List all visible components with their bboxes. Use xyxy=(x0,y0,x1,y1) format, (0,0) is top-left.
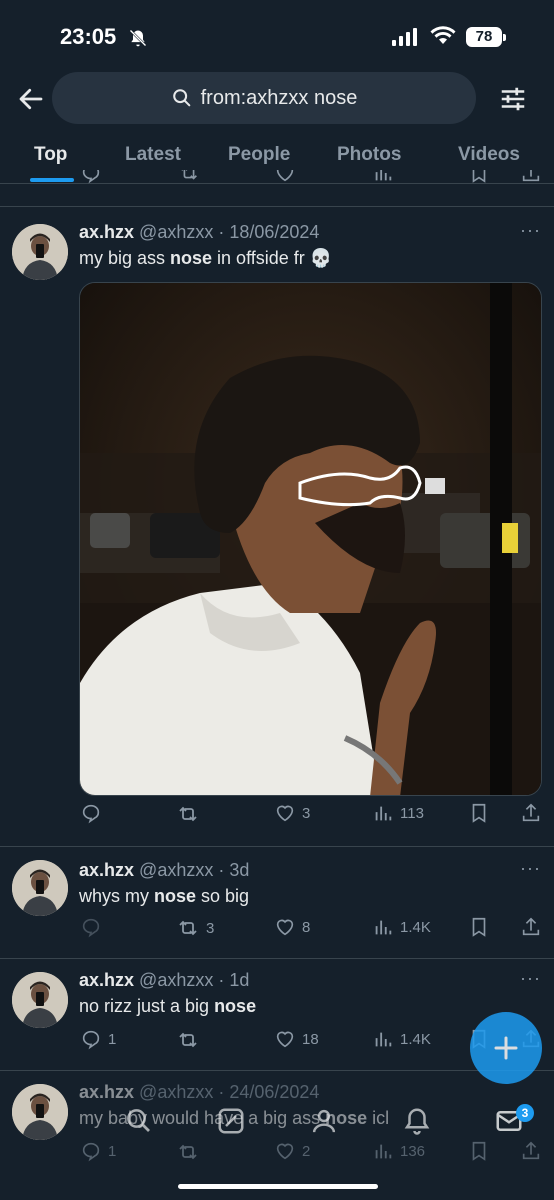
avatar[interactable] xyxy=(12,972,68,1028)
retweet-button[interactable] xyxy=(176,1028,206,1052)
search-header: from:axhzxx nose xyxy=(0,72,554,124)
views-button[interactable]: 1.4K xyxy=(372,1028,431,1050)
search-input[interactable]: from:axhzxx nose xyxy=(52,72,476,124)
like-button[interactable]: 8 xyxy=(274,916,310,938)
tab-top[interactable]: Top xyxy=(34,144,67,166)
timestamp[interactable]: 1d xyxy=(229,970,249,990)
tweet-header: ax.hzx @axhzxx · 1d xyxy=(79,970,250,990)
reply-icon xyxy=(82,804,100,824)
views-icon xyxy=(375,806,392,821)
tweet-text: no rizz just a big nose xyxy=(79,996,257,1016)
communities-icon[interactable] xyxy=(308,1106,340,1136)
tweet-text: my big ass nose in offside fr 💀 xyxy=(79,248,333,268)
reply-button[interactable]: 1 xyxy=(80,1028,116,1050)
search-nav-icon[interactable] xyxy=(124,1106,154,1136)
retweet-button[interactable] xyxy=(176,802,206,826)
more-options-icon[interactable]: ··· xyxy=(520,858,541,879)
like-button[interactable]: 3 xyxy=(274,802,310,824)
retweet-button[interactable]: 3 xyxy=(176,916,214,940)
filter-icon[interactable] xyxy=(498,84,528,114)
notifications-icon[interactable] xyxy=(402,1106,432,1136)
display-name[interactable]: ax.hzx xyxy=(79,860,134,880)
tab-videos[interactable]: Videos xyxy=(458,144,520,166)
reply-icon[interactable] xyxy=(80,170,102,184)
share-icon xyxy=(522,803,540,822)
previous-tweet-actions xyxy=(0,170,554,192)
tab-photos[interactable]: Photos xyxy=(337,144,401,166)
battery-indicator: 78 xyxy=(466,27,506,47)
grok-icon[interactable] xyxy=(216,1106,246,1136)
wifi-icon xyxy=(430,26,456,44)
home-indicator xyxy=(178,1184,378,1189)
more-options-icon[interactable]: ··· xyxy=(520,968,541,989)
compose-button[interactable] xyxy=(470,1012,542,1084)
avatar[interactable] xyxy=(12,860,68,916)
views-icon xyxy=(375,1032,392,1047)
like-icon xyxy=(276,1031,294,1048)
tweet-actions: 3 8 1.4K xyxy=(0,916,554,946)
back-arrow-icon[interactable] xyxy=(16,84,46,114)
like-button[interactable]: 18 xyxy=(274,1028,319,1050)
tweet-header: ax.hzx @axhzxx · 18/06/2024 xyxy=(79,222,320,242)
retweet-icon xyxy=(179,1032,197,1048)
bookmark-button[interactable] xyxy=(468,802,490,824)
bookmark-icon[interactable] xyxy=(468,170,490,184)
share-button[interactable] xyxy=(520,916,542,938)
tweet-header: ax.hzx @axhzxx · 3d xyxy=(79,860,250,880)
status-bar: 23:05 78 xyxy=(0,0,554,70)
reply-icon xyxy=(82,918,100,938)
share-button[interactable] xyxy=(520,802,542,824)
handle[interactable]: @axhzxx xyxy=(139,222,213,242)
avatar[interactable] xyxy=(12,224,68,280)
search-icon xyxy=(172,89,190,107)
retweet-icon xyxy=(179,920,197,936)
display-name[interactable]: ax.hzx xyxy=(79,222,134,242)
search-query: from:axhzxx nose xyxy=(200,86,358,109)
tweet-actions: 3 113 xyxy=(0,802,554,832)
tab-latest[interactable]: Latest xyxy=(125,144,181,166)
bell-off-icon xyxy=(129,29,147,47)
tweet-card[interactable]: ax.hzx @axhzxx · 3d ··· whys my nose so … xyxy=(0,846,554,958)
bookmark-icon xyxy=(472,803,486,823)
like-icon xyxy=(276,919,294,936)
handle[interactable]: @axhzxx xyxy=(139,970,213,990)
share-icon[interactable] xyxy=(520,170,542,184)
display-name[interactable]: ax.hzx xyxy=(79,970,134,990)
bookmark-icon xyxy=(472,917,486,937)
more-options-icon[interactable]: ··· xyxy=(520,220,541,241)
bookmark-button[interactable] xyxy=(468,916,490,938)
share-icon xyxy=(522,917,540,936)
views-button[interactable]: 113 xyxy=(372,802,424,824)
tweet-text: whys my nose so big xyxy=(79,886,250,906)
like-icon xyxy=(276,805,294,822)
timestamp[interactable]: 3d xyxy=(229,860,249,880)
timestamp[interactable]: 18/06/2024 xyxy=(229,222,319,242)
reply-icon xyxy=(82,1030,100,1050)
compose-icon xyxy=(494,1036,518,1060)
reply-button[interactable] xyxy=(80,916,108,938)
like-icon[interactable] xyxy=(274,170,296,184)
tab-people[interactable]: People xyxy=(228,144,290,166)
tweet-photo[interactable] xyxy=(79,282,542,796)
cellular-signal-icon xyxy=(392,28,417,46)
views-icon xyxy=(375,920,392,935)
reply-button[interactable] xyxy=(80,802,108,824)
views-button[interactable]: 1.4K xyxy=(372,916,431,938)
views-icon[interactable] xyxy=(372,170,394,184)
status-time: 23:05 xyxy=(60,24,117,49)
retweet-icon[interactable] xyxy=(178,170,200,184)
handle[interactable]: @axhzxx xyxy=(139,860,213,880)
messages-badge: 3 xyxy=(516,1104,534,1122)
bottom-navigation xyxy=(0,1094,554,1154)
retweet-icon xyxy=(179,806,197,822)
